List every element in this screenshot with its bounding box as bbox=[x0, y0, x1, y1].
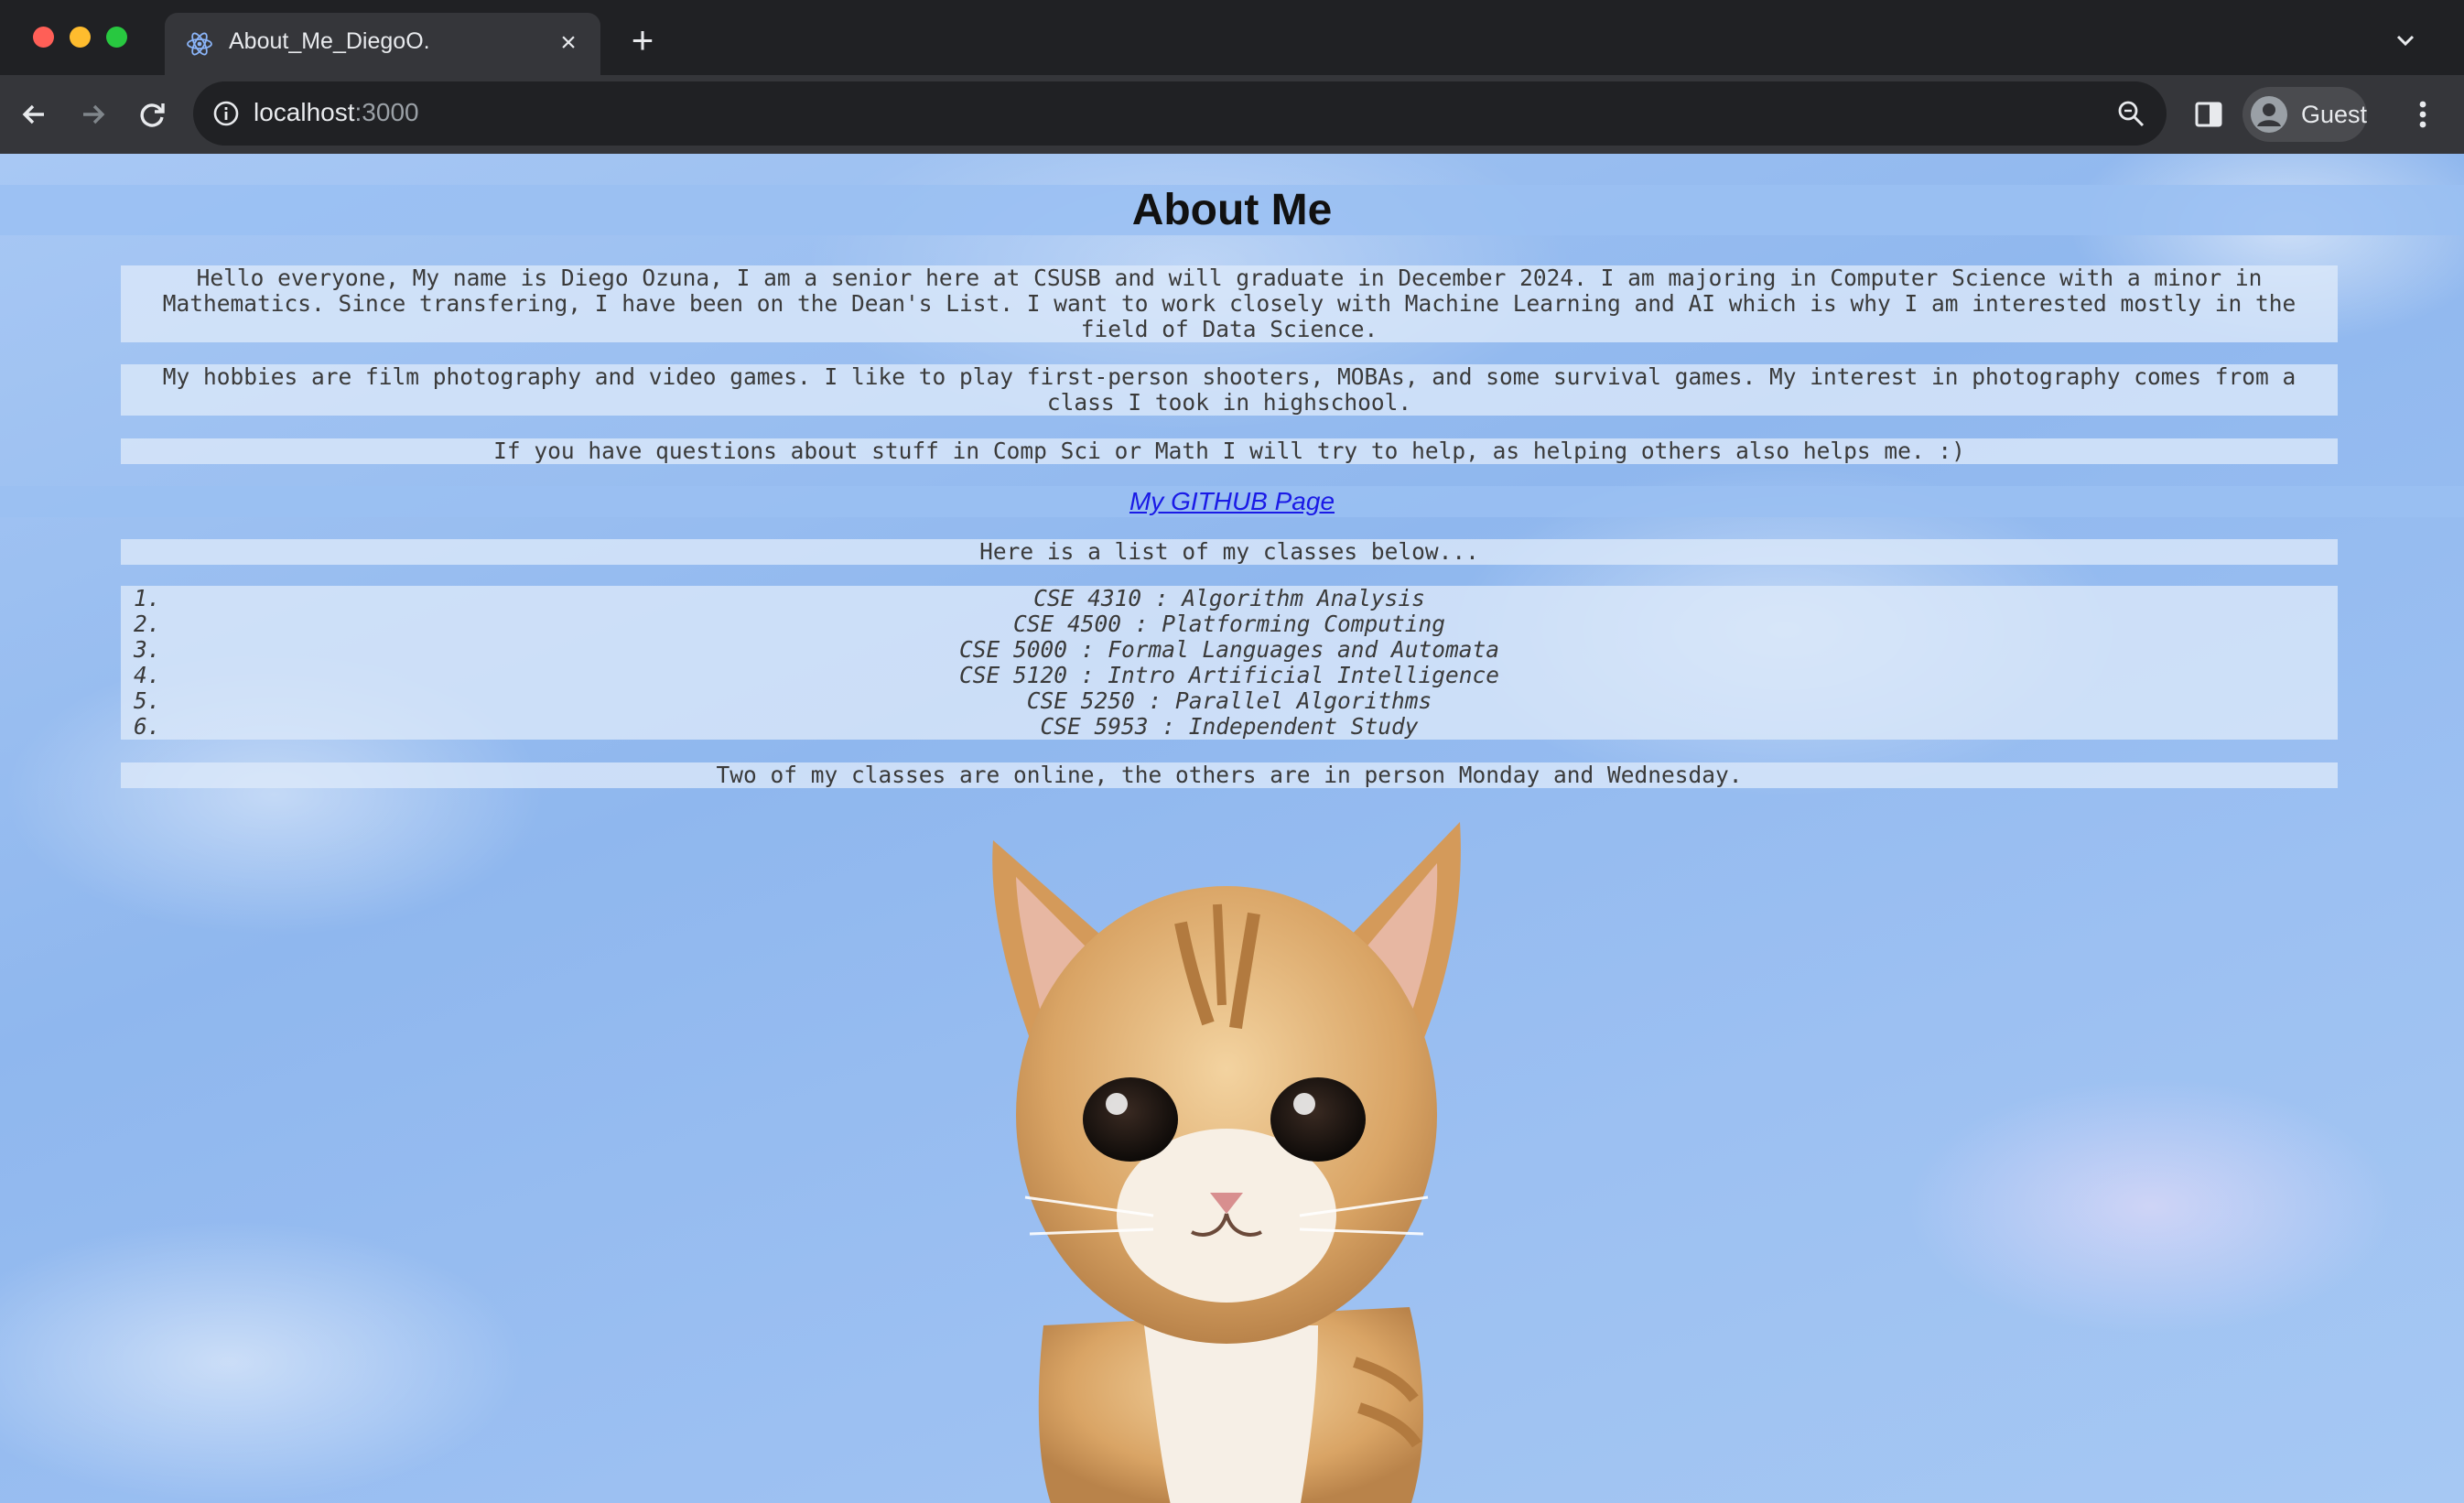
class-name: CSE 5953 : Independent Study bbox=[1040, 713, 1419, 740]
tab-active[interactable]: About_Me_DiegoO. × bbox=[165, 13, 600, 75]
url-text[interactable]: localhost:3000 bbox=[254, 98, 419, 127]
tab-strip: About_Me_DiegoO. × + bbox=[0, 0, 2464, 75]
reload-button[interactable] bbox=[133, 95, 171, 134]
toolbar: localhost:3000 Guest bbox=[0, 75, 2464, 154]
list-item: 2. CSE 4500 : Platforming Computing bbox=[121, 611, 2338, 637]
list-number: 4. bbox=[134, 662, 161, 688]
url-port: :3000 bbox=[354, 98, 419, 126]
class-list: 1. CSE 4310 : Algorithm Analysis 2. CSE 45… bbox=[121, 586, 2338, 740]
hobbies-paragraph: My hobbies are film photography and vide… bbox=[121, 364, 2338, 416]
list-number: 3. bbox=[134, 636, 161, 663]
react-icon bbox=[187, 32, 212, 56]
list-number: 5. bbox=[134, 687, 161, 714]
class-name: CSE 4500 : Platforming Computing bbox=[1012, 611, 1445, 637]
profile-button[interactable]: Guest bbox=[2242, 87, 2367, 142]
info-icon[interactable] bbox=[211, 99, 241, 128]
address-bar[interactable]: localhost:3000 bbox=[193, 81, 2167, 146]
avatar-icon bbox=[2251, 96, 2287, 133]
profile-label: Guest bbox=[2301, 101, 2368, 128]
browser-chrome: About_Me_DiegoO. × + localhost:3000 Gues… bbox=[0, 0, 2464, 154]
zoom-icon[interactable] bbox=[2115, 98, 2146, 129]
list-item: 1. CSE 4310 : Algorithm Analysis bbox=[121, 586, 2338, 611]
list-item: 3. CSE 5000 : Formal Languages and Automa… bbox=[121, 637, 2338, 663]
help-paragraph: If you have questions about stuff in Com… bbox=[121, 438, 2338, 464]
tab-title: About_Me_DiegoO. bbox=[229, 28, 430, 54]
list-item: 4. CSE 5120 : Intro Artificial Intelligen… bbox=[121, 663, 2338, 688]
more-menu-icon[interactable] bbox=[2407, 97, 2438, 132]
list-number: 6. bbox=[134, 713, 161, 740]
list-item: 6. CSE 5953 : Independent Study bbox=[121, 714, 2338, 740]
page-title: About Me bbox=[0, 185, 2464, 235]
class-name: CSE 5120 : Intro Artificial Intelligence bbox=[958, 662, 1499, 688]
class-name: CSE 4310 : Algorithm Analysis bbox=[1033, 585, 1425, 611]
forward-button[interactable] bbox=[74, 95, 113, 134]
chevron-down-icon[interactable] bbox=[2393, 27, 2418, 53]
list-item: 5. CSE 5250 : Parallel Algorithms bbox=[121, 688, 2338, 714]
kitten-image bbox=[992, 822, 1461, 1503]
close-tab-icon[interactable]: × bbox=[553, 27, 584, 59]
reload-icon bbox=[140, 103, 165, 127]
back-button[interactable] bbox=[15, 95, 53, 134]
classes-intro: Here is a list of my classes below... bbox=[121, 539, 2338, 565]
minimize-window-button[interactable] bbox=[70, 27, 91, 48]
github-link[interactable]: My GITHUB Page bbox=[1129, 487, 1335, 515]
maximize-window-button[interactable] bbox=[106, 27, 127, 48]
class-name: CSE 5250 : Parallel Algorithms bbox=[1026, 687, 1432, 714]
new-tab-button[interactable]: + bbox=[624, 21, 661, 59]
list-number: 1. bbox=[134, 585, 161, 611]
class-name: CSE 5000 : Formal Languages and Automata bbox=[958, 636, 1499, 663]
page-viewport: About Me Hello everyone, My name is Dieg… bbox=[0, 154, 2464, 1503]
arrow-left-icon bbox=[22, 104, 44, 124]
list-number: 2. bbox=[134, 611, 161, 637]
close-window-button[interactable] bbox=[33, 27, 54, 48]
intro-paragraph: Hello everyone, My name is Diego Ozuna, … bbox=[121, 265, 2338, 342]
arrow-right-icon bbox=[83, 104, 105, 124]
schedule-note: Two of my classes are online, the others… bbox=[121, 762, 2338, 788]
side-panel-icon[interactable] bbox=[2193, 99, 2224, 130]
github-link-bar: My GITHUB Page bbox=[0, 486, 2464, 517]
url-host: localhost bbox=[254, 98, 355, 126]
